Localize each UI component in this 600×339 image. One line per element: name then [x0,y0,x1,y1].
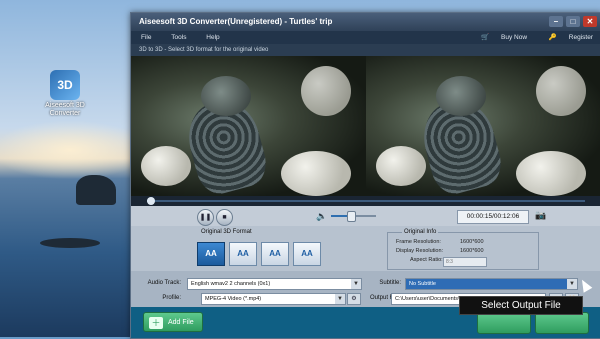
output-file-tooltip: Select Output File [459,296,583,315]
stop-button[interactable]: ■ [216,209,233,226]
title-bar[interactable]: Aiseesoft 3D Converter(Unregistered) - T… [131,13,600,31]
egg [516,151,586,196]
seek-handle[interactable] [147,197,155,205]
next-button[interactable] [535,312,589,334]
audio-track-label: Audio Track: [147,280,181,286]
format-option-side-by-side-half[interactable]: AA [261,242,289,266]
menu-bar: File Tools Help 🛒 Buy Now 🔑 Register [131,31,600,44]
sea-rock [76,175,116,205]
turtle-head [201,76,251,116]
time-display: 00:00:15/00:12:06 [457,210,529,224]
format-option-side-by-side[interactable]: AA [229,242,257,266]
aspect-ratio-label: Aspect Ratio: [410,257,443,263]
app-window: Aiseesoft 3D Converter(Unregistered) - T… [130,12,600,339]
display-resolution-value: 1600*600 [460,248,484,254]
egg [536,66,586,116]
menu-help[interactable]: Help [206,31,219,44]
buy-now-label: Buy Now [501,34,528,41]
buy-now-link[interactable]: 🛒 Buy Now [471,34,527,41]
frame-resolution-label: Frame Resolution: [396,239,441,245]
chevron-down-icon: ▼ [335,294,345,304]
sea-rock [40,238,100,248]
menu-tools[interactable]: Tools [171,31,186,44]
aspect-ratio-select[interactable]: 8:3 [443,257,487,267]
profile-label: Profile: [162,295,181,301]
pause-button[interactable]: ❚❚ [197,209,214,226]
volume-handle[interactable] [347,211,356,222]
pause-icon: ❚❚ [199,214,212,221]
convert-button[interactable] [477,312,531,334]
register-link[interactable]: 🔑 Register [539,34,593,41]
turtle-head [436,76,486,116]
egg [281,151,351,196]
format-label: Original 3D Format [201,229,252,235]
preview-right [366,56,600,196]
playback-controls: ❚❚ ■ 🔈 00:00:15/00:12:06 📷 [131,206,600,226]
register-label: Register [568,34,593,41]
audio-track-value: English wmav2 2 channels (0x1) [191,281,271,287]
profile-value: MPEG-4 Video (*.mp4) [205,296,262,302]
add-file-button[interactable]: ＋ Add File [143,312,203,332]
subtitle-label: Subtitle: [379,280,401,286]
subtitle-select[interactable]: No Subtitle ▼ [405,278,578,290]
subtitle-value: No Subtitle [409,281,436,287]
close-button[interactable]: ✕ [583,16,597,27]
desktop-shortcut[interactable]: 3D Aiseesoft 3D Converter [36,70,94,118]
format-panel: Original 3D Format AA AA AA AA Original … [131,226,600,271]
format-option-anaglyph[interactable]: AA [197,242,225,266]
window-title: Aiseesoft 3D Converter(Unregistered) - T… [139,17,333,26]
preview-left [131,56,366,196]
egg [301,66,351,116]
volume-icon[interactable]: 🔈 [316,211,327,222]
chevron-down-icon: ▼ [567,279,577,289]
maximize-button[interactable]: □ [566,16,580,27]
original-info-label: Original Info [402,229,439,235]
add-file-icon: ＋ [149,317,163,329]
frame-resolution-value: 1600*600 [460,239,484,245]
stop-icon: ■ [222,214,227,221]
sunset-glow [0,120,150,180]
display-resolution-label: Display Resolution: [396,248,444,254]
audio-track-select[interactable]: English wmav2 2 channels (0x1) ▼ [187,278,362,290]
minimize-button[interactable]: – [549,16,563,27]
menu-right: 🛒 Buy Now 🔑 Register [461,31,593,44]
menu-file[interactable]: File [141,31,151,44]
egg [376,146,426,186]
format-option-top-bottom[interactable]: AA [293,242,321,266]
seek-track [147,200,585,202]
camera-icon[interactable]: 📷 [535,210,546,221]
video-preview[interactable] [131,56,600,196]
key-icon: 🔑 [548,34,557,41]
cart-icon: 🛒 [481,34,490,41]
app-3d-icon: 3D [50,70,80,100]
window-controls: – □ ✕ [549,16,597,27]
egg [141,146,191,186]
desktop-shortcut-label: Aiseesoft 3D Converter [45,102,85,117]
add-file-label: Add File [168,319,194,326]
seek-bar[interactable] [131,196,600,206]
profile-select[interactable]: MPEG-4 Video (*.mp4) ▼ [201,293,346,305]
mode-hint: 3D to 3D - Select 3D format for the orig… [131,44,600,56]
